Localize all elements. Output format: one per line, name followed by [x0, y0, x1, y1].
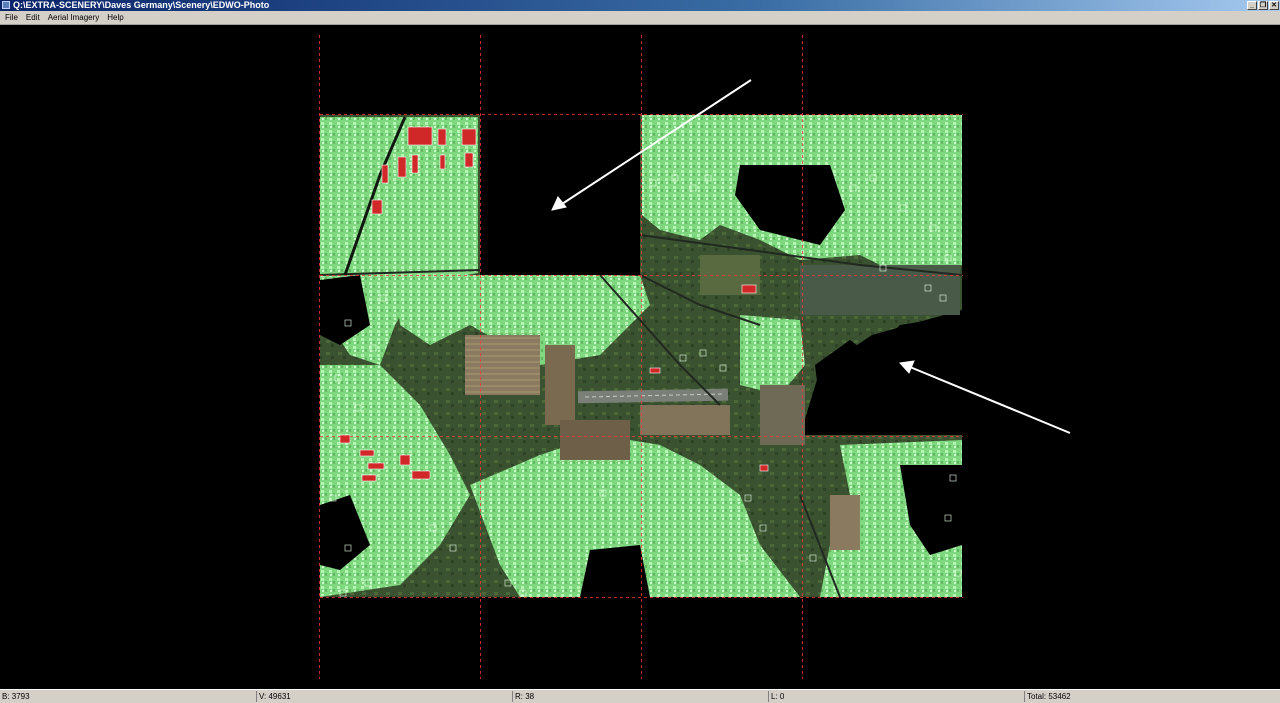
- status-v: V: 49631: [256, 691, 512, 702]
- window-controls: _ ❐ ✕: [1247, 0, 1279, 11]
- menu-bar: File Edit Aerial Imagery Help: [0, 11, 1280, 25]
- close-button[interactable]: ✕: [1269, 1, 1279, 10]
- window-title: Q:\EXTRA-SCENERY\Daves Germany\Scenery\E…: [13, 0, 270, 10]
- scenery-viewport[interactable]: [0, 25, 1280, 689]
- menu-help[interactable]: Help: [103, 13, 127, 22]
- status-b: B: 3793: [2, 692, 30, 701]
- status-bar: B: 3793 V: 49631 R: 38 L: 0 Total: 53462: [0, 689, 1280, 703]
- missing-tile: [481, 115, 640, 275]
- field-2: [545, 345, 575, 425]
- menu-file[interactable]: File: [1, 13, 22, 22]
- field-4: [640, 405, 730, 435]
- map-canvas[interactable]: [0, 25, 1280, 689]
- status-total: Total: 53462: [1024, 691, 1280, 702]
- title-bar: Q:\EXTRA-SCENERY\Daves Germany\Scenery\E…: [0, 0, 1280, 11]
- field-6: [830, 495, 860, 550]
- restore-button[interactable]: ❐: [1258, 1, 1268, 10]
- status-l: L: 0: [768, 691, 1024, 702]
- field-1: [465, 335, 540, 395]
- menu-edit[interactable]: Edit: [22, 13, 44, 22]
- minimize-button[interactable]: _: [1247, 1, 1257, 10]
- menu-aerial-imagery[interactable]: Aerial Imagery: [44, 13, 104, 22]
- field-3: [560, 420, 630, 460]
- app-icon[interactable]: [2, 1, 10, 9]
- nodata-patch-bottom: [580, 545, 650, 597]
- status-r: R: 38: [512, 691, 768, 702]
